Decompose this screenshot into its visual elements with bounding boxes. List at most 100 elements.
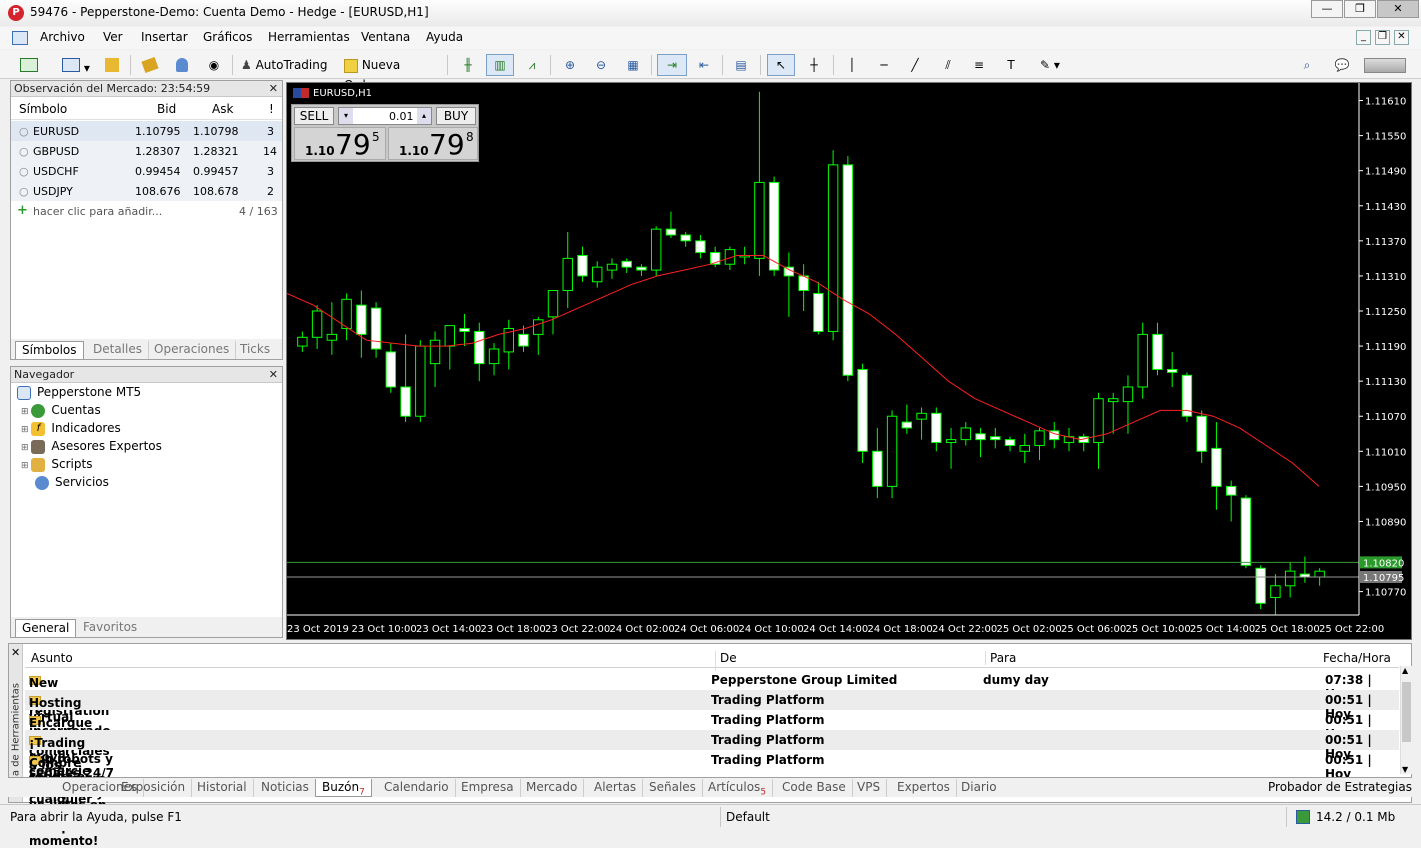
buy-price-box[interactable]: 1.10 79 8 — [388, 127, 478, 161]
menu-herramientas[interactable]: Herramientas — [268, 30, 350, 44]
sell-button[interactable]: SELL — [294, 107, 334, 125]
tab-empresa[interactable]: Empresa — [455, 779, 521, 797]
navigator-close-icon[interactable]: ✕ — [269, 367, 278, 382]
chat-icon[interactable]: 💬 — [1328, 54, 1356, 76]
mail-row[interactable]: ¡Trading móvil: comercie desde cualquier… — [25, 730, 1399, 848]
shapes-icon[interactable]: ✎ ▾ — [1030, 54, 1070, 76]
line-chart-icon[interactable]: ⩘ — [519, 54, 545, 76]
decrease-icon[interactable]: ▾ — [339, 108, 353, 124]
column-bid[interactable]: Bid — [157, 102, 176, 116]
mdi-restore-button[interactable]: ❐ — [1375, 30, 1390, 45]
chart-templates-icon[interactable]: ▤ — [728, 54, 754, 76]
column-para[interactable]: Para — [985, 651, 1016, 665]
menu-ayuda[interactable]: Ayuda — [426, 30, 463, 44]
market-watch-close-icon[interactable]: ✕ — [269, 81, 278, 96]
symbol-row[interactable]: ○ GBPUSD 1.28307 1.28321 14 — [11, 141, 282, 161]
chart-shift-icon[interactable]: ⇤ — [691, 54, 717, 76]
add-symbol-row[interactable]: + hacer clic para añadir... 4 / 163 — [11, 201, 282, 221]
nav-item-cuentas[interactable]: ⊞ Cuentas — [21, 401, 101, 419]
mail-row[interactable]: Hosting virtual incorporado, comercio co… — [25, 690, 1399, 780]
tab-expertos[interactable]: Expertos — [891, 779, 957, 797]
tab-diario[interactable]: Diario — [955, 779, 1003, 797]
templates-icon[interactable] — [100, 54, 124, 76]
tab-buzon[interactable]: Buzón7 — [315, 779, 372, 797]
tab-articulos[interactable]: Artículos5 — [702, 779, 774, 797]
symbol-row[interactable]: ○ EURUSD 1.10795 1.10798 3 — [11, 121, 282, 141]
tab-noticias[interactable]: Noticias — [255, 779, 316, 797]
column-fecha[interactable]: Fecha/Hora — [1323, 651, 1391, 665]
tab-exposicion[interactable]: Exposición — [115, 779, 193, 797]
tab-general[interactable]: General — [15, 619, 77, 637]
bar-chart-icon[interactable]: ╫ — [455, 54, 481, 76]
volume-stepper[interactable]: ▾ 0.01 ▴ — [338, 107, 432, 125]
search-icon[interactable]: ⌕ — [1295, 54, 1319, 76]
zoom-out-icon[interactable]: ⊖ — [589, 54, 613, 76]
symbol-row[interactable]: ○ USDJPY 108.676 108.678 2 — [11, 181, 282, 201]
toolbox-close-icon[interactable]: ✕ — [11, 646, 20, 659]
menu-ver[interactable]: Ver — [103, 30, 123, 44]
trendline-icon[interactable]: ╱ — [902, 54, 928, 76]
column-asunto[interactable]: Asunto — [31, 651, 73, 665]
symbol-row[interactable]: ○ USDCHF 0.99454 0.99457 3 — [11, 161, 282, 181]
new-chart-icon[interactable] — [14, 54, 44, 76]
tab-calendario[interactable]: Calendario — [378, 779, 456, 797]
tab-historial[interactable]: Historial — [191, 779, 254, 797]
navigator-icon[interactable] — [170, 54, 194, 76]
scroll-thumb[interactable] — [1402, 682, 1411, 742]
nav-root[interactable]: Pepperstone MT5 — [17, 383, 141, 401]
nav-item-servicios[interactable]: Servicios — [35, 473, 109, 491]
close-button[interactable]: ✕ — [1377, 0, 1419, 18]
mail-row[interactable]: New account registration Pepperstone Gro… — [25, 670, 1399, 718]
tab-detalles[interactable]: Detalles — [87, 341, 149, 359]
tab-senales[interactable]: Señales — [643, 779, 703, 797]
price-chart[interactable]: 1.11610 1.11550 1.11490 1.11430 1.11370 1.113… — [287, 83, 1411, 639]
scroll-down-icon[interactable]: ▼ — [1402, 765, 1408, 774]
tab-simbolos[interactable]: Símbolos — [15, 341, 84, 359]
tab-operaciones[interactable]: Operaciones — [148, 341, 237, 359]
menu-insertar[interactable]: Insertar — [141, 30, 188, 44]
horizontal-line-icon[interactable]: ─ — [871, 54, 897, 76]
tile-windows-icon[interactable]: ▦ — [620, 54, 646, 76]
equidistant-channel-icon[interactable]: ⫽ — [934, 54, 962, 76]
text-icon[interactable]: T — [998, 54, 1024, 76]
column-symbol[interactable]: Símbolo — [19, 102, 67, 116]
strategy-tester-button[interactable]: Probador de Estrategias — [1268, 780, 1412, 794]
menu-graficos[interactable]: Gráficos — [203, 30, 252, 44]
candlestick-chart-icon[interactable]: ▥ — [486, 54, 514, 76]
cursor-icon[interactable]: ↖ — [767, 54, 795, 76]
profiles-icon[interactable]: ▾ — [58, 54, 94, 76]
maximize-button[interactable]: ❐ — [1344, 0, 1376, 18]
tab-code-base[interactable]: Code Base — [776, 779, 853, 797]
zoom-in-icon[interactable]: ⊕ — [558, 54, 582, 76]
market-watch-icon[interactable] — [138, 54, 162, 76]
column-spread[interactable]: ! — [269, 102, 274, 116]
mail-scrollbar[interactable]: ▲ ▼ — [1400, 666, 1412, 774]
nav-item-scripts[interactable]: ⊞ Scripts — [21, 455, 92, 473]
crosshair-icon[interactable]: ┼ — [801, 54, 827, 76]
nav-item-asesores[interactable]: ⊞ Asesores Expertos — [21, 437, 162, 455]
mdi-close-button[interactable]: ✕ — [1394, 30, 1409, 45]
nav-item-indicadores[interactable]: ⊞ f Indicadores — [21, 419, 121, 437]
buy-button[interactable]: BUY — [436, 107, 476, 125]
new-order-button[interactable]: Nueva Orden — [343, 54, 441, 92]
tab-mercado[interactable]: Mercado — [520, 779, 585, 797]
mdi-minimize-button[interactable]: _ — [1356, 30, 1371, 45]
column-de[interactable]: De — [715, 651, 737, 671]
tab-vps[interactable]: VPS — [851, 779, 888, 797]
vertical-line-icon[interactable]: │ — [840, 54, 864, 76]
volume-value[interactable]: 0.01 — [389, 110, 414, 123]
increase-icon[interactable]: ▴ — [417, 108, 431, 124]
autotrading-button[interactable]: ♟ AutoTrading — [240, 54, 334, 76]
sell-price-box[interactable]: 1.10 79 5 — [294, 127, 386, 161]
chart-window[interactable]: 1.11610 1.11550 1.11490 1.11430 1.11370 1.113… — [286, 82, 1412, 640]
menu-archivo[interactable]: Archivo — [40, 30, 85, 44]
mail-row[interactable]: Compre robots e indicadores ya listos en… — [25, 750, 1399, 826]
scroll-up-icon[interactable]: ▲ — [1402, 666, 1408, 675]
menu-ventana[interactable]: Ventana — [361, 30, 410, 44]
tab-ticks[interactable]: Ticks — [234, 341, 276, 359]
column-ask[interactable]: Ask — [212, 102, 233, 116]
mail-row[interactable]: Encargue robots comerciales a los freela… — [25, 710, 1399, 814]
tab-alertas[interactable]: Alertas — [588, 779, 644, 797]
fibonacci-icon[interactable]: ≡ — [966, 54, 992, 76]
minimize-button[interactable]: — — [1311, 0, 1343, 18]
